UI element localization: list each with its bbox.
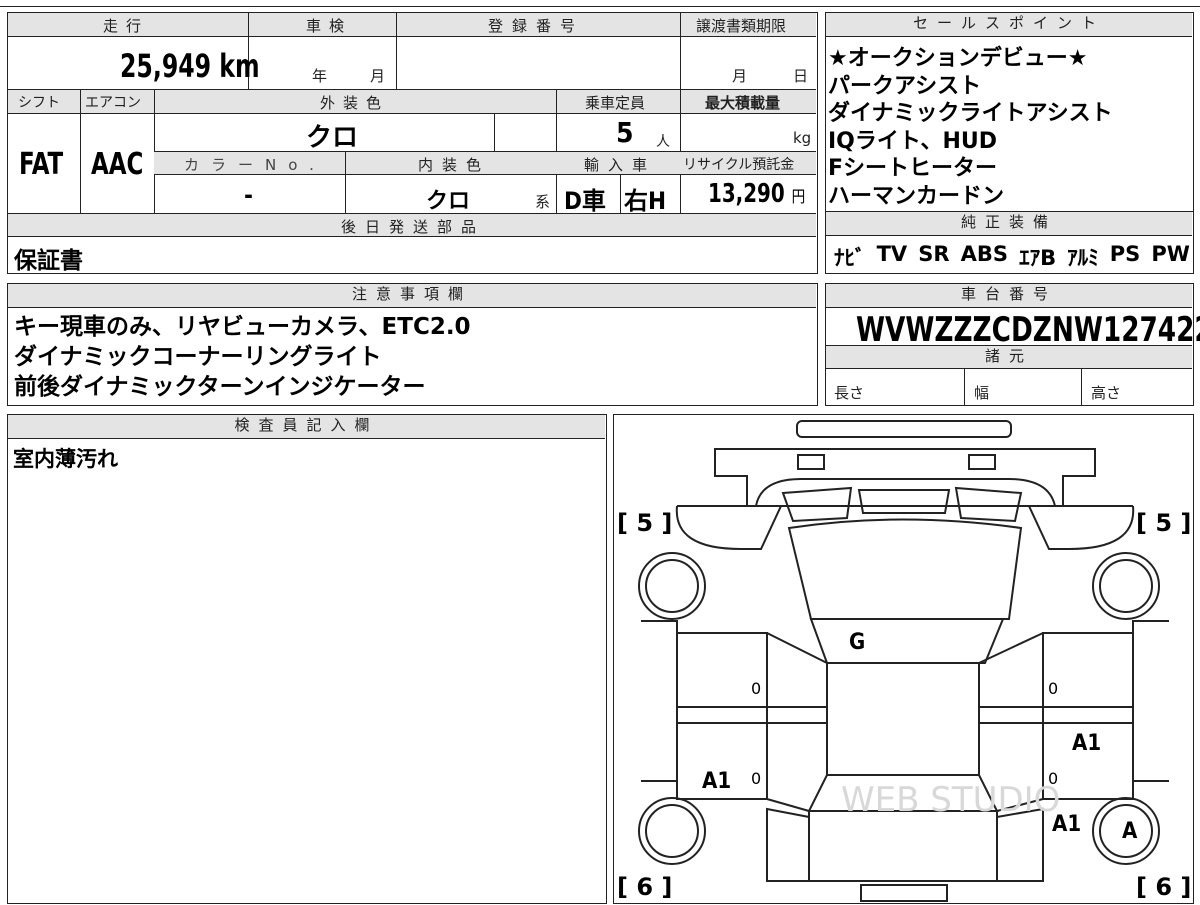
tread-front-right: 5 xyxy=(1155,509,1173,537)
inspector-header: 検査員記入欄 xyxy=(8,415,605,439)
tread-bracket-front-left: [ 5 ] xyxy=(617,509,673,537)
transfer-deadline-label: 譲渡書類期限 xyxy=(696,17,787,35)
car-diagram: WEB STUDIO xyxy=(638,420,1169,902)
equipment-item: ABS xyxy=(960,242,1008,266)
transfer-day-label: 日 xyxy=(793,67,809,85)
sales-points-panel: セールスポイント ★オークションデビュー★ パークアシスト ダイナミックライトア… xyxy=(825,12,1194,212)
interior-color-suffix: 系 xyxy=(535,193,551,211)
aircon-value: AAC xyxy=(91,147,144,182)
import-value: D車 xyxy=(564,187,606,215)
import-label: 輸入車 xyxy=(584,156,657,174)
chassis-panel: 車台番号 WVWZZZCDZNW127422 諸元 長さ 幅 高さ xyxy=(825,283,1200,406)
notes-panel: 注意事項欄 キー現車のみ、リヤビューカメラ、ETC2.0 ダイナミックコーナーリ… xyxy=(7,283,818,406)
recycle-value: 13,290 xyxy=(708,179,785,209)
sales-point-item: ダイナミックライトアシスト xyxy=(828,101,1113,126)
sales-point-item: ハーマンカードン xyxy=(828,183,1005,209)
inspector-text: 室内薄汚れ xyxy=(13,447,118,471)
max-load-label: 最大積載量 xyxy=(705,94,781,112)
shift-label: シフト xyxy=(18,95,60,111)
interior-color-label: 内装色 xyxy=(418,156,491,174)
genuine-equipment-header: 純正装備 xyxy=(826,212,1192,236)
door-mark: 0 xyxy=(751,679,762,698)
inspection-month-label: 月 xyxy=(370,67,386,85)
chassis-header: 車台番号 xyxy=(826,284,1192,308)
tread-bracket-front-right: [ 5 ] xyxy=(1136,509,1192,537)
specs-header: 諸元 xyxy=(826,345,1192,369)
mark-rear-right-wheel: A xyxy=(1122,819,1138,844)
note-line: ダイナミックコーナーリングライト xyxy=(14,344,382,370)
equipment-item: TV xyxy=(876,242,908,266)
genuine-equipment-list: ﾅﾋﾞ TV SR ABS ｴｱB ｱﾙﾐ PS PW xyxy=(834,242,1190,272)
recycle-unit: 円 xyxy=(791,187,806,206)
tread-rear-left: 6 xyxy=(636,873,654,901)
exterior-color-value: クロ xyxy=(306,123,359,153)
vehicle-spec-table: 走行 車検 登録番号 譲渡書類期限 25,949 km 年 月 月 日 シフト … xyxy=(7,12,818,274)
chassis-number: WVWZZZCDZNW127422 xyxy=(856,310,1200,350)
damage-diagram-panel: WEB STUDIO [ 5 ] [ 5 ] [ 6 ] [ 6 ] G A1 … xyxy=(613,414,1194,904)
top-edge-rule xyxy=(0,6,1200,7)
sales-point-item: ★オークションデビュー★ xyxy=(828,46,1088,71)
door-mark: 0 xyxy=(751,769,762,788)
note-line: キー現車のみ、リヤビューカメラ、ETC2.0 xyxy=(14,314,471,340)
transfer-month-label: 月 xyxy=(732,67,748,85)
equipment-item: ｱﾙﾐ xyxy=(1067,246,1099,270)
sales-points-header: セールスポイント xyxy=(826,13,1192,37)
registration-label: 登録番号 xyxy=(488,17,585,35)
equipment-item: PS xyxy=(1109,242,1141,266)
aircon-label: エアコン xyxy=(85,95,141,111)
interior-color-value: クロ xyxy=(426,189,471,214)
later-parts-value: 保証書 xyxy=(14,248,83,274)
sales-point-item: パークアシスト xyxy=(828,73,982,99)
sales-point-item: IQライト、HUD xyxy=(828,128,997,154)
door-mark: 0 xyxy=(1048,679,1059,698)
mark-rear-right-quarter: A1 xyxy=(1052,812,1082,837)
note-line: 前後ダイナミックターンインジケーター xyxy=(14,374,426,400)
equipment-item: SR xyxy=(918,242,950,266)
max-load-unit: kg xyxy=(793,129,812,147)
mileage-unit: km xyxy=(219,47,260,85)
steering-value: 右H xyxy=(624,187,667,215)
inspection-year-label: 年 xyxy=(312,67,328,85)
recycle-label: リサイクル預託金 xyxy=(683,157,795,173)
watermark: WEB STUDIO xyxy=(841,780,1060,820)
notes-header: 注意事項欄 xyxy=(8,284,816,308)
color-no-value: - xyxy=(244,181,253,209)
inspection-label: 車検 xyxy=(306,17,353,35)
tread-front-left: 5 xyxy=(636,509,654,537)
mark-rear-left-door: A1 xyxy=(702,769,732,794)
equipment-item: PW xyxy=(1151,242,1190,266)
mileage-label: 走行 xyxy=(103,17,150,35)
mark-front-right-door: A1 xyxy=(1072,731,1102,756)
sales-point-item: Fシートヒーター xyxy=(828,156,998,181)
genuine-equipment-panel: 純正装備 ﾅﾋﾞ TV SR ABS ｴｱB ｱﾙﾐ PS PW xyxy=(825,211,1194,274)
sales-points-list: ★オークションデビュー★ パークアシスト ダイナミックライトアシスト IQライト… xyxy=(828,45,1113,210)
capacity-value: 5 xyxy=(616,116,634,149)
tread-rear-right: 6 xyxy=(1155,873,1173,901)
inspector-panel: 検査員記入欄 室内薄汚れ xyxy=(7,414,607,904)
height-label: 高さ xyxy=(1091,384,1122,402)
width-label: 幅 xyxy=(974,384,990,402)
length-label: 長さ xyxy=(834,384,865,402)
color-no-label: カラーNo. xyxy=(184,156,326,174)
shift-value: FAT xyxy=(19,147,64,182)
exterior-color-label: 外装色 xyxy=(320,94,390,112)
mark-windshield: G xyxy=(849,630,866,655)
capacity-unit: 人 xyxy=(656,134,670,150)
capacity-label: 乗車定員 xyxy=(585,94,646,112)
equipment-item: ﾅﾋﾞ xyxy=(834,246,866,270)
equipment-item: ｴｱB xyxy=(1019,246,1057,270)
door-mark: 0 xyxy=(1048,769,1059,788)
notes-text: キー現車のみ、リヤビューカメラ、ETC2.0 ダイナミックコーナーリングライト … xyxy=(14,312,471,402)
mileage-value: 25,949 xyxy=(120,47,212,85)
tread-bracket-rear-left: [ 6 ] xyxy=(617,873,673,901)
later-parts-label: 後日発送部品 xyxy=(341,218,486,236)
tread-bracket-rear-right: [ 6 ] xyxy=(1136,873,1192,901)
